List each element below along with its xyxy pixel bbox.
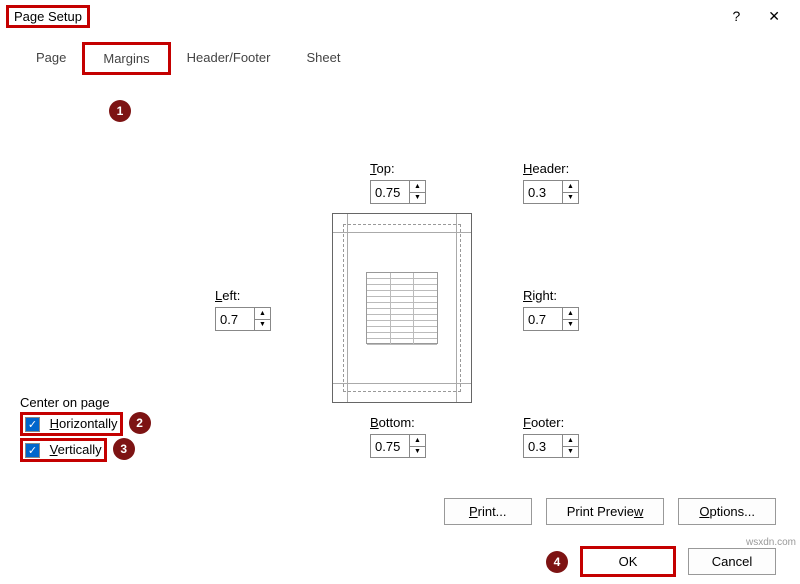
dialog-actions: 4 OK Cancel xyxy=(546,548,776,575)
vertically-checkbox-row[interactable]: ✓ Vertically xyxy=(20,438,107,462)
top-margin-group: Top: ▲▼ xyxy=(370,161,426,204)
up-icon[interactable]: ▲ xyxy=(255,308,270,320)
tab-margins[interactable]: Margins xyxy=(84,44,168,73)
help-icon[interactable]: ? xyxy=(732,8,740,25)
down-icon[interactable]: ▼ xyxy=(255,320,270,331)
bottom-input[interactable] xyxy=(371,435,409,457)
title-controls: ? ✕ xyxy=(732,8,792,25)
checkbox-checked-icon: ✓ xyxy=(25,443,40,458)
bottom-margin-group: Bottom: ▲▼ xyxy=(370,415,426,458)
down-icon[interactable]: ▼ xyxy=(563,320,578,331)
tab-sheet[interactable]: Sheet xyxy=(288,44,358,73)
left-spinner[interactable]: ▲▼ xyxy=(215,307,271,331)
top-input[interactable] xyxy=(371,181,409,203)
preview-table-icon xyxy=(366,272,438,344)
ok-button[interactable]: OK xyxy=(582,548,674,575)
tab-page[interactable]: Page xyxy=(18,44,84,73)
right-margin-group: Right: ▲▼ xyxy=(523,288,579,331)
bottom-spinner[interactable]: ▲▼ xyxy=(370,434,426,458)
annotation-badge-2: 2 xyxy=(129,412,151,434)
header-margin-group: Header: ▲▼ xyxy=(523,161,579,204)
center-on-page-label: Center on page xyxy=(20,395,151,410)
up-icon[interactable]: ▲ xyxy=(563,435,578,447)
checkbox-checked-icon: ✓ xyxy=(25,417,40,432)
up-icon[interactable]: ▲ xyxy=(563,308,578,320)
tab-header-footer[interactable]: Header/Footer xyxy=(169,44,289,73)
titlebar: Page Setup ? ✕ xyxy=(0,0,800,32)
page-preview xyxy=(332,213,472,403)
dialog-title: Page Setup xyxy=(8,7,88,26)
up-icon[interactable]: ▲ xyxy=(563,181,578,193)
annotation-badge-3: 3 xyxy=(113,438,135,460)
down-icon[interactable]: ▼ xyxy=(410,447,425,458)
right-input[interactable] xyxy=(524,308,562,330)
footer-margin-group: Footer: ▲▼ xyxy=(523,415,579,458)
watermark: wsxdn.com xyxy=(746,537,796,548)
header-input[interactable] xyxy=(524,181,562,203)
center-on-page-section: Center on page ✓ Horizontally 2 ✓ Vertic… xyxy=(20,395,151,462)
right-spinner[interactable]: ▲▼ xyxy=(523,307,579,331)
top-label: Top: xyxy=(370,161,426,176)
down-icon[interactable]: ▼ xyxy=(563,193,578,204)
left-input[interactable] xyxy=(216,308,254,330)
down-icon[interactable]: ▼ xyxy=(563,447,578,458)
tabs: Page Margins Header/Footer Sheet xyxy=(18,44,782,73)
options-button[interactable]: Options... xyxy=(678,498,776,525)
left-margin-group: Left: ▲▼ xyxy=(215,288,271,331)
horizontally-checkbox-row[interactable]: ✓ Horizontally xyxy=(20,412,123,436)
bottom-label: Bottom: xyxy=(370,415,426,430)
horizontally-label: Horizontally xyxy=(50,416,118,431)
down-icon[interactable]: ▼ xyxy=(410,193,425,204)
up-icon[interactable]: ▲ xyxy=(410,435,425,447)
left-label: Left: xyxy=(215,288,271,303)
print-preview-button[interactable]: Print Preview xyxy=(546,498,665,525)
right-label: Right: xyxy=(523,288,579,303)
cancel-button[interactable]: Cancel xyxy=(688,548,776,575)
vertically-label: Vertically xyxy=(50,442,102,457)
top-spinner[interactable]: ▲▼ xyxy=(370,180,426,204)
footer-spinner[interactable]: ▲▼ xyxy=(523,434,579,458)
footer-input[interactable] xyxy=(524,435,562,457)
footer-label: Footer: xyxy=(523,415,579,430)
annotation-badge-4: 4 xyxy=(546,551,568,573)
header-spinner[interactable]: ▲▼ xyxy=(523,180,579,204)
footer-buttons: Print... Print Preview Options... xyxy=(444,498,776,525)
close-icon[interactable]: ✕ xyxy=(768,8,780,25)
print-button[interactable]: Print... xyxy=(444,498,532,525)
header-label: Header: xyxy=(523,161,579,176)
up-icon[interactable]: ▲ xyxy=(410,181,425,193)
